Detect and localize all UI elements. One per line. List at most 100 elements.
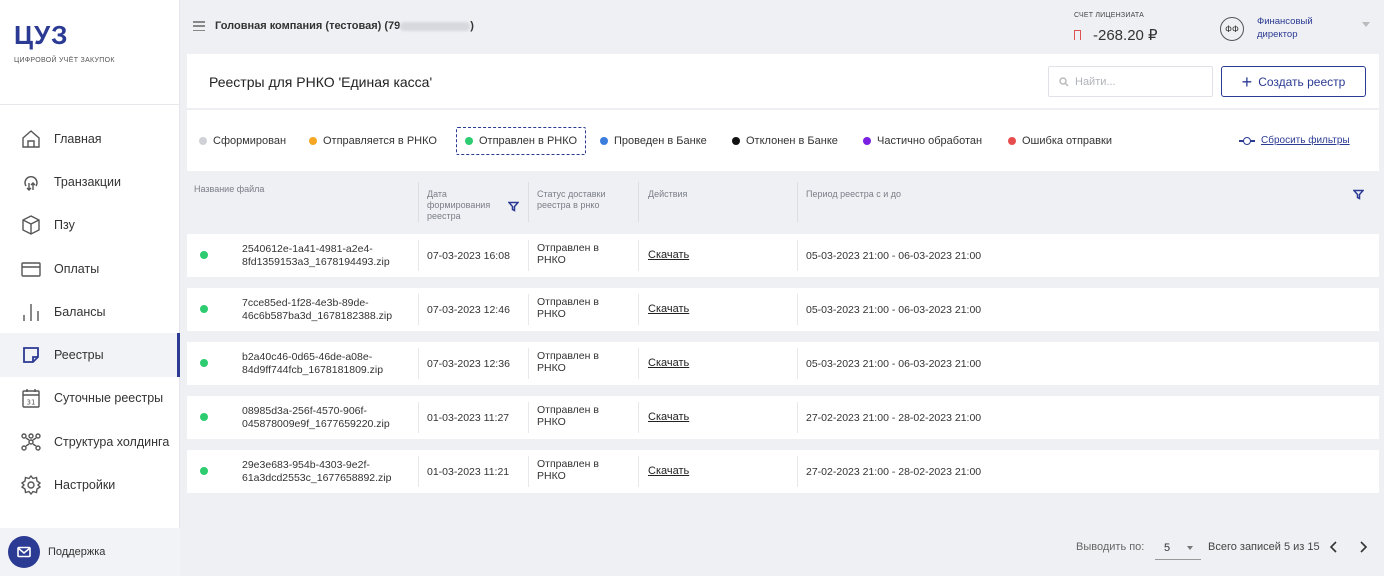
cell-divider <box>638 240 639 271</box>
cell-divider <box>418 294 419 325</box>
user-role[interactable]: Финансовый директор <box>1257 15 1337 41</box>
creation-date: 07-03-2023 12:46 <box>427 304 510 316</box>
download-link[interactable]: Скачать <box>648 411 689 423</box>
file-name: 2540612e-1a41-4981-a2e4- 8fd1359153a3_167… <box>242 243 412 268</box>
filter-chip-error[interactable]: Ошибка отправки <box>1008 127 1112 155</box>
create-registry-button[interactable]: + Создать реестр <box>1221 66 1366 97</box>
column-header-date-line: формирования <box>427 200 491 210</box>
cell-divider <box>797 240 798 271</box>
registry-icon <box>20 344 42 366</box>
sidebar-item-registries[interactable]: Реестры <box>0 333 180 378</box>
creation-date: 07-03-2023 16:08 <box>427 250 510 262</box>
sidebar-item-label: Суточные реестры <box>54 391 164 406</box>
sidebar-item-balances[interactable]: Балансы <box>0 290 180 333</box>
column-divider <box>418 182 419 222</box>
reset-filters-link[interactable]: Сбросить фильтры <box>1239 135 1350 146</box>
box-icon <box>20 214 42 236</box>
sidebar-item-daily-registries[interactable]: 31 Суточные реестры <box>0 377 180 420</box>
filter-chip-sending[interactable]: Отправляется в РНКО <box>309 127 437 155</box>
filter-chip-processed[interactable]: Проведен в Банке <box>600 127 707 155</box>
status-line: Отправлен в <box>537 458 599 470</box>
reset-filters-label: Сбросить фильтры <box>1261 135 1350 146</box>
column-header-file: Название файла <box>194 184 265 194</box>
per-page-label: Выводить по: <box>1076 541 1145 553</box>
cell-divider <box>528 456 529 487</box>
sidebar-item-label: Пзу <box>54 218 75 233</box>
chevron-down-icon[interactable] <box>1362 22 1370 27</box>
sidebar-item-label: Балансы <box>54 304 106 319</box>
column-header-date-line: реестра <box>427 211 461 221</box>
sidebar-item-settings[interactable]: Настройки <box>0 463 180 506</box>
search-input[interactable] <box>1075 75 1205 88</box>
download-link[interactable]: Скачать <box>648 465 689 477</box>
sidebar-item-payments[interactable]: Оплаты <box>0 247 180 290</box>
calendar-icon: 31 <box>20 387 42 409</box>
status-dot <box>465 137 473 145</box>
sidebar: ЦУЗ ЦИФРОВОЙ УЧЁТ ЗАКУПОК Главная Транза… <box>0 0 180 576</box>
per-page-select[interactable]: 5 <box>1155 536 1201 560</box>
status-dot <box>309 137 317 145</box>
creation-date: 01-03-2023 11:21 <box>427 466 510 478</box>
cell-divider <box>638 348 639 379</box>
status-line: РНКО <box>537 253 566 266</box>
table-row[interactable]: 7cce85ed-1f28-4e3b-89de- 46c6b587ba3d_167… <box>187 288 1379 331</box>
sidebar-item-pzu[interactable]: Пзу <box>0 204 180 247</box>
filter-chip-partial[interactable]: Частично обработан <box>863 127 982 155</box>
cell-divider <box>797 294 798 325</box>
download-link[interactable]: Скачать <box>648 357 689 369</box>
account-value: -268.20 ₽ <box>1093 27 1158 44</box>
file-name-line: 08985d3a-256f-4570-906f- <box>242 405 367 417</box>
filter-chip-sent[interactable]: Отправлен в РНКО <box>456 127 587 155</box>
status-dot <box>600 137 608 145</box>
status-line: РНКО <box>537 307 566 320</box>
file-name-line: 045878009e9f_1677659220.zip <box>242 417 390 430</box>
mail-icon <box>8 536 40 568</box>
filter-funnel-icon[interactable] <box>507 201 520 212</box>
download-link[interactable]: Скачать <box>648 303 689 315</box>
download-link[interactable]: Скачать <box>648 249 689 261</box>
column-header-period: Период реестра с и до <box>806 189 902 199</box>
status-dot <box>200 251 208 259</box>
filter-chip-formed[interactable]: Сформирован <box>199 127 286 155</box>
file-name: 7cce85ed-1f28-4e3b-89de- 46c6b587ba3d_167… <box>242 297 412 322</box>
file-name: 08985d3a-256f-4570-906f- 045878009e9f_167… <box>242 405 412 430</box>
cell-divider <box>638 402 639 433</box>
sidebar-item-holding-structure[interactable]: Структура холдинга <box>0 420 180 463</box>
status-dot <box>863 137 871 145</box>
hamburger-icon[interactable] <box>193 21 205 32</box>
column-divider <box>797 182 798 222</box>
support-button[interactable]: Поддержка <box>0 528 180 576</box>
status-dot <box>200 413 208 421</box>
file-name-line: 84d9ff744fcb_1678181809.zip <box>242 363 384 376</box>
filter-funnel-icon[interactable] <box>1352 189 1365 200</box>
delivery-status: Отправлен в РНКО <box>537 242 617 266</box>
sidebar-item-label: Структура холдинга <box>54 434 170 449</box>
sidebar-item-label: Главная <box>54 131 102 146</box>
cell-divider <box>797 348 798 379</box>
filter-chip-label: Отправляется в РНКО <box>323 135 437 147</box>
chevron-right-icon[interactable] <box>1356 540 1370 554</box>
search-box[interactable] <box>1048 66 1213 97</box>
logo[interactable]: ЦУЗ <box>14 20 68 51</box>
status-dot <box>200 359 208 367</box>
account-balance: -268.20 ₽ <box>1074 26 1158 44</box>
status-line: Отправлен в <box>537 296 599 308</box>
avatar[interactable]: ФФ <box>1220 17 1244 41</box>
cell-divider <box>638 456 639 487</box>
file-name-line: 46c6b587ba3d_1678182388.zip <box>242 309 393 322</box>
sidebar-item-home[interactable]: Главная <box>0 117 180 160</box>
filter-chip-rejected[interactable]: Отклонен в Банке <box>732 127 838 155</box>
status-dot <box>1008 137 1016 145</box>
company-selector[interactable]: Головная компания (тестовая) (79) <box>215 20 474 32</box>
table-row[interactable]: 08985d3a-256f-4570-906f- 045878009e9f_167… <box>187 396 1379 439</box>
sidebar-item-transactions[interactable]: Транзакции <box>0 160 180 203</box>
file-name-line: 2540612e-1a41-4981-a2e4- <box>242 243 373 255</box>
table-row[interactable]: b2a40c46-0d65-46de-a08e- 84d9ff744fcb_167… <box>187 342 1379 385</box>
cell-divider <box>418 456 419 487</box>
chevron-left-icon[interactable] <box>1327 540 1341 554</box>
logo-subtitle: ЦИФРОВОЙ УЧЁТ ЗАКУПОК <box>14 57 115 64</box>
table-row[interactable]: 2540612e-1a41-4981-a2e4- 8fd1359153a3_167… <box>187 234 1379 277</box>
cell-divider <box>528 240 529 271</box>
table-row[interactable]: 29e3e683-954b-4303-9e2f- 61a3dcd2553c_167… <box>187 450 1379 493</box>
column-divider <box>528 182 529 222</box>
